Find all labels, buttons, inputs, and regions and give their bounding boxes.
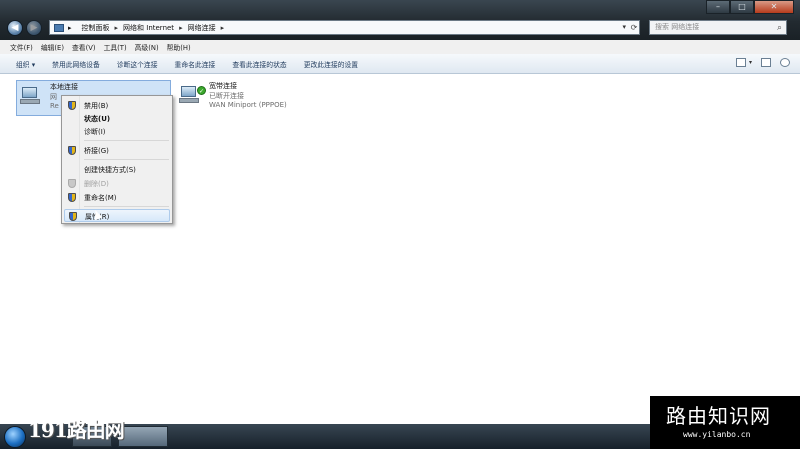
window-controls: – □ ✕ — [706, 0, 794, 14]
preview-pane-icon[interactable] — [761, 58, 771, 67]
menu-separator — [84, 206, 169, 207]
search-icon: ⌕ — [776, 23, 782, 33]
menu-view[interactable]: 查看(V) — [72, 42, 96, 52]
context-disable-label: 禁用(B) — [84, 102, 109, 110]
view-dropdown-icon[interactable]: ▾ — [749, 59, 752, 66]
forward-button[interactable]: ▶ — [26, 20, 42, 36]
back-button[interactable]: ◀ — [7, 20, 23, 36]
context-shortcut-label: 创建快捷方式(S) — [84, 166, 136, 174]
context-disable[interactable]: 禁用(B) — [64, 99, 170, 112]
title-bar: ◀ ▶ ▸ 控制面板 ▸ 网络和 Internet ▸ 网络连接 ▸ ▾ ⟳ 搜… — [0, 0, 800, 40]
menu-edit[interactable]: 编辑(E) — [41, 42, 64, 52]
context-rename[interactable]: 重命名(M) — [64, 191, 170, 204]
start-button[interactable] — [4, 426, 26, 448]
explorer-window: ◀ ▶ ▸ 控制面板 ▸ 网络和 Internet ▸ 网络连接 ▸ ▾ ⟳ 搜… — [0, 0, 800, 424]
close-button[interactable]: ✕ — [754, 0, 794, 14]
watermark-left: 191路由网 — [28, 418, 125, 442]
view-status-button[interactable]: 查看此连接的状态 — [232, 59, 286, 69]
connection-device: WAN Miniport (PPPOE) — [209, 101, 287, 109]
context-properties[interactable]: 属性(R) — [64, 209, 170, 222]
organize-button[interactable]: 组织 ▾ — [16, 59, 35, 69]
address-dropdown-icon[interactable]: ▾ — [622, 23, 626, 31]
view-options-icon[interactable] — [735, 58, 746, 67]
breadcrumb-network-connections[interactable]: 网络连接 — [188, 23, 216, 33]
context-create-shortcut[interactable]: 创建快捷方式(S) — [64, 163, 170, 176]
uac-shield-icon — [68, 179, 76, 188]
diagnose-connection-button[interactable]: 诊断这个连接 — [117, 59, 158, 69]
control-panel-icon — [54, 23, 64, 32]
help-icon[interactable] — [780, 58, 790, 67]
view-controls: ▾ — [727, 58, 790, 67]
breadcrumb-control-panel[interactable]: 控制面板 — [82, 23, 110, 33]
context-status-label: 状态(U) — [84, 115, 111, 123]
broadband-connection-item[interactable]: ✓ 宽带连接 已断开连接 WAN Miniport (PPPOE) — [176, 80, 336, 116]
watermark-right: 路由知识网 www.yilanbo.cn — [650, 396, 800, 449]
context-delete: 删除(D) — [64, 177, 170, 190]
minimize-button[interactable]: – — [706, 0, 730, 14]
context-bridge[interactable]: 桥接(G) — [64, 144, 170, 157]
rename-connection-button[interactable]: 重命名此连接 — [175, 59, 216, 69]
context-diagnose-label: 诊断(I) — [84, 128, 106, 136]
uac-shield-icon — [69, 212, 77, 221]
context-menu: 禁用(B) 状态(U) 诊断(I) 桥接(G) 创建快捷方式(S) 删除(D) … — [61, 95, 173, 224]
disable-device-button[interactable]: 禁用此网络设备 — [52, 59, 100, 69]
uac-shield-icon — [68, 146, 76, 155]
menu-tools[interactable]: 工具(T) — [104, 42, 127, 52]
crumb-separator-icon: ▸ — [114, 23, 119, 32]
connection-device: Re — [50, 102, 59, 110]
uac-shield-icon — [68, 193, 76, 202]
broadband-adapter-icon: ✓ — [179, 86, 206, 104]
connection-name: 本地连接 — [50, 83, 78, 91]
crumb-separator-icon: ▸ — [220, 23, 225, 32]
network-adapter-icon — [20, 87, 40, 105]
command-bar: 组织 ▾ 禁用此网络设备 诊断这个连接 重命名此连接 查看此连接的状态 更改此连… — [0, 54, 800, 74]
address-bar[interactable]: ▸ 控制面板 ▸ 网络和 Internet ▸ 网络连接 ▸ ▾ — [49, 20, 640, 35]
context-bridge-label: 桥接(G) — [84, 147, 109, 155]
maximize-button[interactable]: □ — [730, 0, 754, 14]
context-status[interactable]: 状态(U) — [64, 112, 170, 125]
watermark-title: 路由知识网 — [666, 404, 771, 428]
change-settings-button[interactable]: 更改此连接的设置 — [304, 59, 358, 69]
taskbar-explorer-button[interactable] — [118, 426, 168, 447]
menu-file[interactable]: 文件(F) — [10, 42, 33, 52]
refresh-icon[interactable]: ⟳ — [628, 21, 640, 34]
connection-status: 网 — [50, 93, 57, 101]
crumb-separator-icon: ▸ — [68, 23, 72, 32]
search-input[interactable]: 搜索 网络连接 ⌕ — [649, 20, 787, 35]
connected-check-icon: ✓ — [197, 86, 206, 95]
uac-shield-icon — [68, 101, 76, 110]
menu-separator — [84, 159, 169, 160]
connection-name: 宽带连接 — [209, 82, 237, 90]
menu-separator — [84, 140, 169, 141]
menu-bar: 文件(F) 编辑(E) 查看(V) 工具(T) 高级(N) 帮助(H) — [0, 40, 800, 54]
context-delete-label: 删除(D) — [84, 180, 109, 188]
watermark-url: www.yilanbo.cn — [683, 430, 751, 439]
connection-status: 已断开连接 — [209, 92, 244, 100]
context-diagnose[interactable]: 诊断(I) — [64, 125, 170, 138]
breadcrumb-network-internet[interactable]: 网络和 Internet — [123, 23, 174, 33]
menu-advanced[interactable]: 高级(N) — [135, 42, 159, 52]
context-rename-label: 重命名(M) — [84, 194, 117, 202]
menu-help[interactable]: 帮助(H) — [167, 42, 191, 52]
crumb-separator-icon: ▸ — [179, 23, 183, 32]
search-placeholder: 搜索 网络连接 — [655, 23, 700, 31]
